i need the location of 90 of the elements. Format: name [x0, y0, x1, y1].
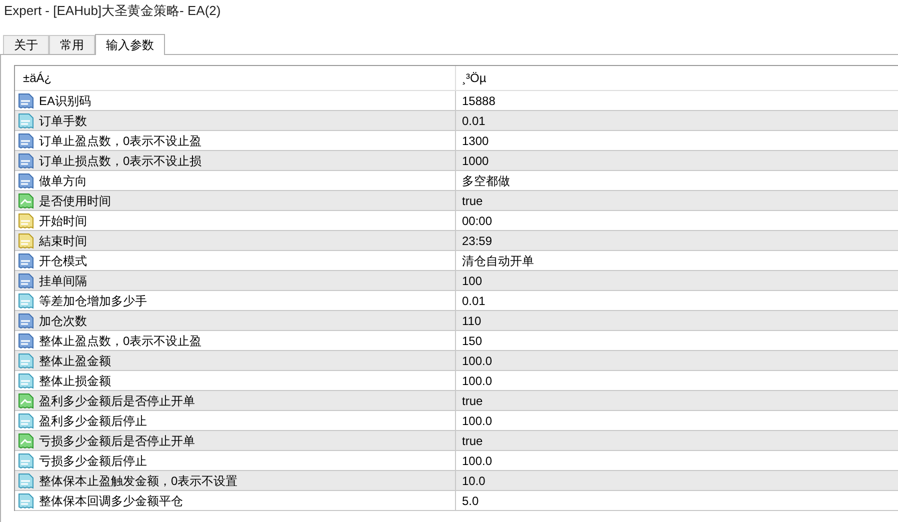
parameter-name: 做单方向	[39, 172, 87, 190]
parameter-value: 150	[462, 332, 482, 350]
int-type-icon	[18, 252, 34, 268]
bool-type-icon	[18, 192, 34, 208]
parameter-value: 多空都做	[462, 172, 510, 190]
table-row[interactable]: 整体止盈金额 100.0	[15, 351, 898, 371]
string-type-icon	[18, 212, 34, 228]
parameter-name: 开仓模式	[39, 252, 87, 270]
int-type-icon	[18, 92, 34, 108]
table-row[interactable]: 整体保本回调多少金额平仓 5.0	[15, 491, 898, 511]
int-type-icon	[18, 332, 34, 348]
parameter-name: 整体止盈金额	[39, 352, 111, 370]
table-row[interactable]: 订单手数 0.01	[15, 111, 898, 131]
tab[interactable]: 输入参数	[95, 34, 165, 55]
int-type-icon	[18, 312, 34, 328]
parameter-value: true	[462, 392, 483, 410]
double-type-icon	[18, 412, 34, 428]
double-type-icon	[18, 372, 34, 388]
parameter-name: 开始时间	[39, 212, 87, 230]
parameter-value: 1000	[462, 152, 489, 170]
table-row[interactable]: 盈利多少金额后停止 100.0	[15, 411, 898, 431]
table-row[interactable]: 盈利多少金额后是否停止开单 true	[15, 391, 898, 411]
double-type-icon	[18, 292, 34, 308]
parameter-name: 整体止盈点数，0表示不设止盈	[39, 332, 202, 350]
table-row[interactable]: 結束时间 23:59	[15, 231, 898, 251]
bool-type-icon	[18, 432, 34, 448]
parameter-value: 110	[462, 312, 482, 330]
column-header[interactable]: ¸³Öµ	[456, 66, 898, 90]
table-row[interactable]: 做单方向 多空都做	[15, 171, 898, 191]
table-row[interactable]: 亏损多少金额后是否停止开单 true	[15, 431, 898, 451]
table-row[interactable]: 订单止盈点数，0表示不设止盈 1300	[15, 131, 898, 151]
double-type-icon	[18, 112, 34, 128]
parameter-name: EA识别码	[39, 92, 92, 110]
parameter-value: 0.01	[462, 112, 486, 130]
table-row[interactable]: 加仓次数 110	[15, 311, 898, 331]
tab[interactable]: 关于	[3, 35, 49, 54]
parameter-value: 15888	[462, 92, 496, 110]
parameter-name: 亏损多少金额后停止	[39, 452, 147, 470]
parameter-name: 是否使用时间	[39, 192, 111, 210]
table-row[interactable]: 开始时间 00:00	[15, 211, 898, 231]
parameter-name: 订单手数	[39, 112, 87, 130]
parameter-value: 23:59	[462, 232, 492, 250]
int-type-icon	[18, 152, 34, 168]
table-row[interactable]: 整体保本止盈触发金额，0表示不设置 10.0	[15, 471, 898, 491]
parameter-name: 盈利多少金额后停止	[39, 412, 147, 430]
double-type-icon	[18, 452, 34, 468]
parameter-value: 100.0	[462, 352, 492, 370]
double-type-icon	[18, 472, 34, 488]
bool-type-icon	[18, 392, 34, 408]
parameter-value: 5.0	[462, 492, 479, 510]
table-row[interactable]: 整体止损金额 100.0	[15, 371, 898, 391]
parameter-value: true	[462, 192, 483, 210]
parameter-value: 1300	[462, 132, 489, 150]
parameter-name: 整体止损金额	[39, 372, 111, 390]
parameter-name: 亏损多少金额后是否停止开单	[39, 432, 195, 450]
parameter-value: 100.0	[462, 452, 492, 470]
parameter-value: 00:00	[462, 212, 492, 230]
parameter-name: 挂单间隔	[39, 272, 87, 290]
table-row[interactable]: 开仓模式 清仓自动开单	[15, 251, 898, 271]
tab[interactable]: 常用	[49, 35, 95, 54]
parameter-name: 订单止盈点数，0表示不设止盈	[39, 132, 202, 150]
parameter-value: 0.01	[462, 292, 486, 310]
parameter-name: 整体保本止盈触发金额，0表示不设置	[39, 472, 238, 490]
table-row[interactable]: 是否使用时间 true	[15, 191, 898, 211]
table-row[interactable]: EA识别码 15888	[15, 91, 898, 111]
int-type-icon	[18, 132, 34, 148]
parameter-name: 等差加仓增加多少手	[39, 292, 147, 310]
table-row[interactable]: 等差加仓增加多少手 0.01	[15, 291, 898, 311]
parameter-name: 加仓次数	[39, 312, 87, 330]
parameter-value: 清仓自动开单	[462, 252, 534, 270]
parameter-value: 100	[462, 272, 482, 290]
window-title: Expert - [EAHub]大圣黄金策略- EA(2)	[3, 2, 222, 20]
table-row[interactable]: 整体止盈点数，0表示不设止盈 150	[15, 331, 898, 351]
double-type-icon	[18, 352, 34, 368]
table-row[interactable]: 亏损多少金额后停止 100.0	[15, 451, 898, 471]
parameter-name: 盈利多少金额后是否停止开单	[39, 392, 195, 410]
parameter-value: true	[462, 432, 483, 450]
parameter-name: 订单止损点数，0表示不设止损	[39, 152, 202, 170]
table-row[interactable]: 订单止损点数，0表示不设止损 1000	[15, 151, 898, 171]
int-type-icon	[18, 172, 34, 188]
parameter-value: 10.0	[462, 472, 486, 490]
parameter-name: 整体保本回调多少金额平仓	[39, 492, 183, 510]
table-row[interactable]: 挂单间隔 100	[15, 271, 898, 291]
string-type-icon	[18, 232, 34, 248]
int-type-icon	[18, 272, 34, 288]
column-header[interactable]: ±äÁ¿	[15, 66, 456, 90]
parameter-value: 100.0	[462, 412, 492, 430]
parameter-value: 100.0	[462, 372, 492, 390]
parameter-name: 結束时间	[39, 232, 87, 250]
double-type-icon	[18, 492, 34, 508]
